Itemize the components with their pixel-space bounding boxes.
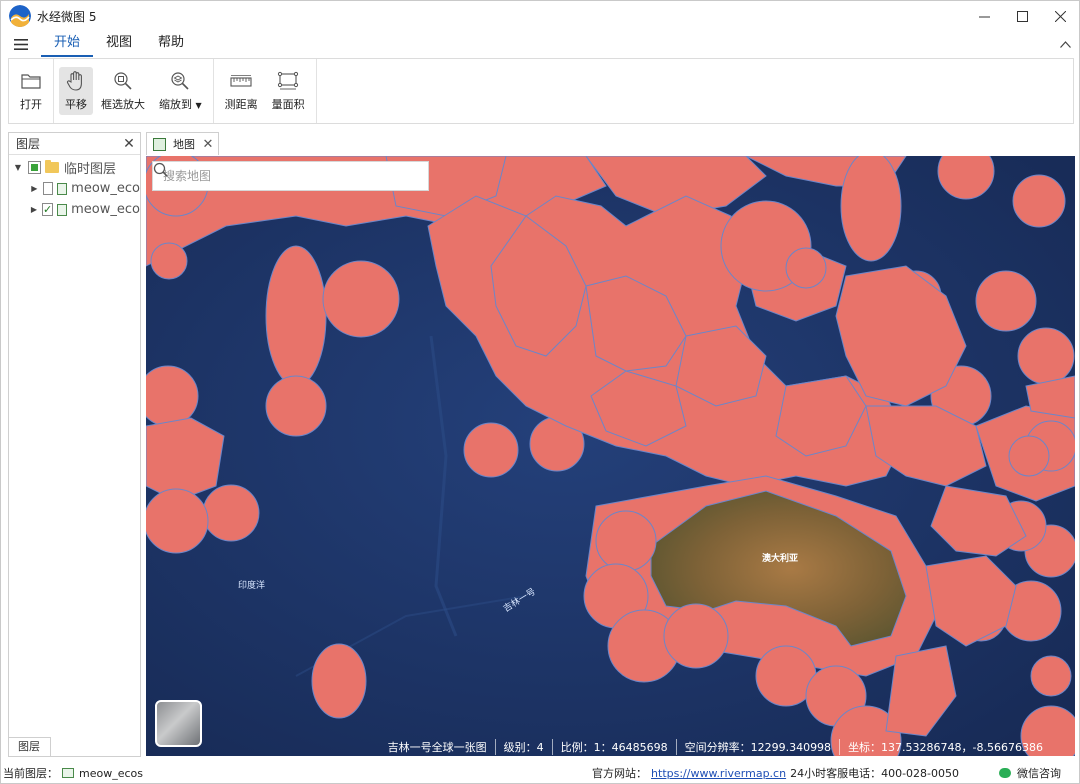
polygon-layer-icon (62, 768, 74, 778)
support-hotline: 24小时客服电话：400-028-0050 (790, 767, 959, 780)
zoom-layers-icon (169, 70, 191, 92)
app-window: 水经微图 5 开始 视图 帮助 打开 平移 框选放大 缩放到 ▼ 测距离 量面积… (0, 0, 1080, 784)
zoom-box-icon (112, 70, 134, 92)
current-layer-label: 当前图层： (3, 767, 58, 780)
status-bar: 当前图层： meow_ecos 官方网站： https://www.riverm… (1, 763, 1079, 783)
wechat-consult-button[interactable]: 微信咨询 (1017, 765, 1061, 781)
layer-group-temp[interactable]: ▼ 临时图层 (9, 157, 140, 178)
pan-label: 平移 (65, 98, 87, 111)
map-graphics (146, 156, 1075, 756)
map-search-input[interactable] (163, 163, 403, 189)
layers-panel: 图层 ✕ ▼ 临时图层 ▶ meow_eco ▶ ✓ meow_eco 图层 (8, 132, 141, 757)
layer-tree: ▼ 临时图层 ▶ meow_eco ▶ ✓ meow_eco (9, 155, 140, 220)
collapse-ribbon-button[interactable] (1051, 37, 1079, 51)
map-document-tab[interactable]: 地图 ✕ (146, 132, 219, 155)
layer-item[interactable]: ▶ meow_eco (9, 178, 140, 199)
box-zoom-label: 框选放大 (101, 98, 145, 111)
polygon-layer-icon (56, 182, 68, 195)
close-icon (1054, 10, 1066, 22)
close-icon[interactable]: ✕ (118, 136, 140, 152)
zoom-level: 级别：4 (494, 738, 552, 755)
tab-help[interactable]: 帮助 (145, 31, 197, 57)
open-label: 打开 (20, 98, 42, 111)
hamburger-icon[interactable] (1, 38, 41, 50)
website-link[interactable]: https://www.rivermap.cn (651, 767, 786, 780)
layer-item[interactable]: ▶ ✓ meow_eco (9, 199, 140, 220)
zoom-to-button[interactable]: 缩放到 ▼ (153, 67, 208, 115)
map-scale: 比例：1：46485698 (551, 738, 676, 755)
ribbon-group-navigate: 平移 框选放大 缩放到 ▼ (54, 59, 214, 123)
caret-down-icon[interactable]: ▼ (12, 163, 24, 172)
map-tab-label: 地图 (173, 138, 195, 151)
ribbon-toolbar: 打开 平移 框选放大 缩放到 ▼ 测距离 量面积 (8, 58, 1074, 124)
continent-label: 澳大利亚 (762, 554, 799, 564)
search-icon[interactable] (153, 162, 169, 178)
close-icon[interactable]: ✕ (198, 137, 218, 152)
pan-button[interactable]: 平移 (59, 67, 93, 115)
map-search-box (152, 161, 429, 191)
map-canvas[interactable]: 印度洋 吉林一号 澳大利亚 吉林一号全球一张图 级别：4 比例：1：464856… (146, 156, 1075, 756)
maximize-icon (1016, 10, 1028, 22)
app-title: 水经微图 5 (37, 9, 97, 24)
ribbon-group-file: 打开 (9, 59, 54, 123)
basemap-name: 吉林一号全球一张图 (387, 740, 487, 754)
layers-panel-tab[interactable]: 图层 (9, 737, 51, 756)
measure-area-button[interactable]: 量面积 (266, 67, 311, 115)
chevron-down-icon: ▼ (195, 101, 202, 110)
close-button[interactable] (1041, 1, 1079, 31)
menu-bar: 开始 视图 帮助 (1, 31, 1079, 57)
ribbon-group-measure: 测距离 量面积 (214, 59, 317, 123)
current-layer-value: meow_ecos (79, 766, 143, 780)
tab-start[interactable]: 开始 (41, 31, 94, 57)
layers-panel-header: 图层 ✕ (9, 133, 140, 155)
layer-checkbox[interactable] (42, 182, 53, 195)
open-button[interactable]: 打开 (14, 67, 48, 115)
layer-label: meow_eco (71, 202, 140, 217)
title-bar: 水经微图 5 (1, 1, 1079, 31)
caret-right-icon[interactable]: ▶ (30, 205, 38, 214)
measure-distance-button[interactable]: 测距离 (219, 67, 264, 115)
maximize-button[interactable] (1003, 1, 1041, 31)
caret-right-icon[interactable]: ▶ (30, 184, 39, 193)
layers-panel-title: 图层 (16, 137, 41, 151)
folder-icon (20, 70, 42, 92)
layer-group-label: 临时图层 (64, 162, 117, 177)
map-icon (153, 137, 166, 151)
website-label: 官方网站： (592, 767, 648, 780)
group-checkbox[interactable] (28, 161, 41, 174)
tab-view[interactable]: 视图 (93, 31, 145, 57)
polygon-layer-icon (57, 203, 68, 216)
minimize-icon (978, 16, 990, 17)
box-zoom-button[interactable]: 框选放大 (95, 67, 151, 115)
layer-checkbox[interactable]: ✓ (41, 203, 54, 216)
measure-area-label: 量面积 (271, 98, 305, 111)
map-status-bar: 吉林一号全球一张图 级别：4 比例：1：46485698 空间分辨率：12299… (146, 737, 1075, 756)
minimize-button[interactable] (965, 1, 1003, 31)
wechat-icon (999, 768, 1011, 778)
ruler-icon (230, 70, 252, 92)
area-icon (277, 70, 299, 92)
folder-icon (45, 160, 59, 173)
ocean-label: 印度洋 (238, 581, 266, 591)
hand-icon (65, 70, 87, 92)
cursor-coordinates: 坐标：137.53286748，-8.56676386 (839, 738, 1051, 755)
spatial-resolution: 空间分辨率：12299.340998 (675, 738, 839, 755)
chevron-up-icon (1059, 41, 1071, 48)
zoom-to-label: 缩放到 ▼ (159, 98, 202, 111)
measure-distance-label: 测距离 (224, 98, 258, 111)
layer-label: meow_eco (71, 181, 140, 196)
app-logo-icon (9, 5, 31, 27)
